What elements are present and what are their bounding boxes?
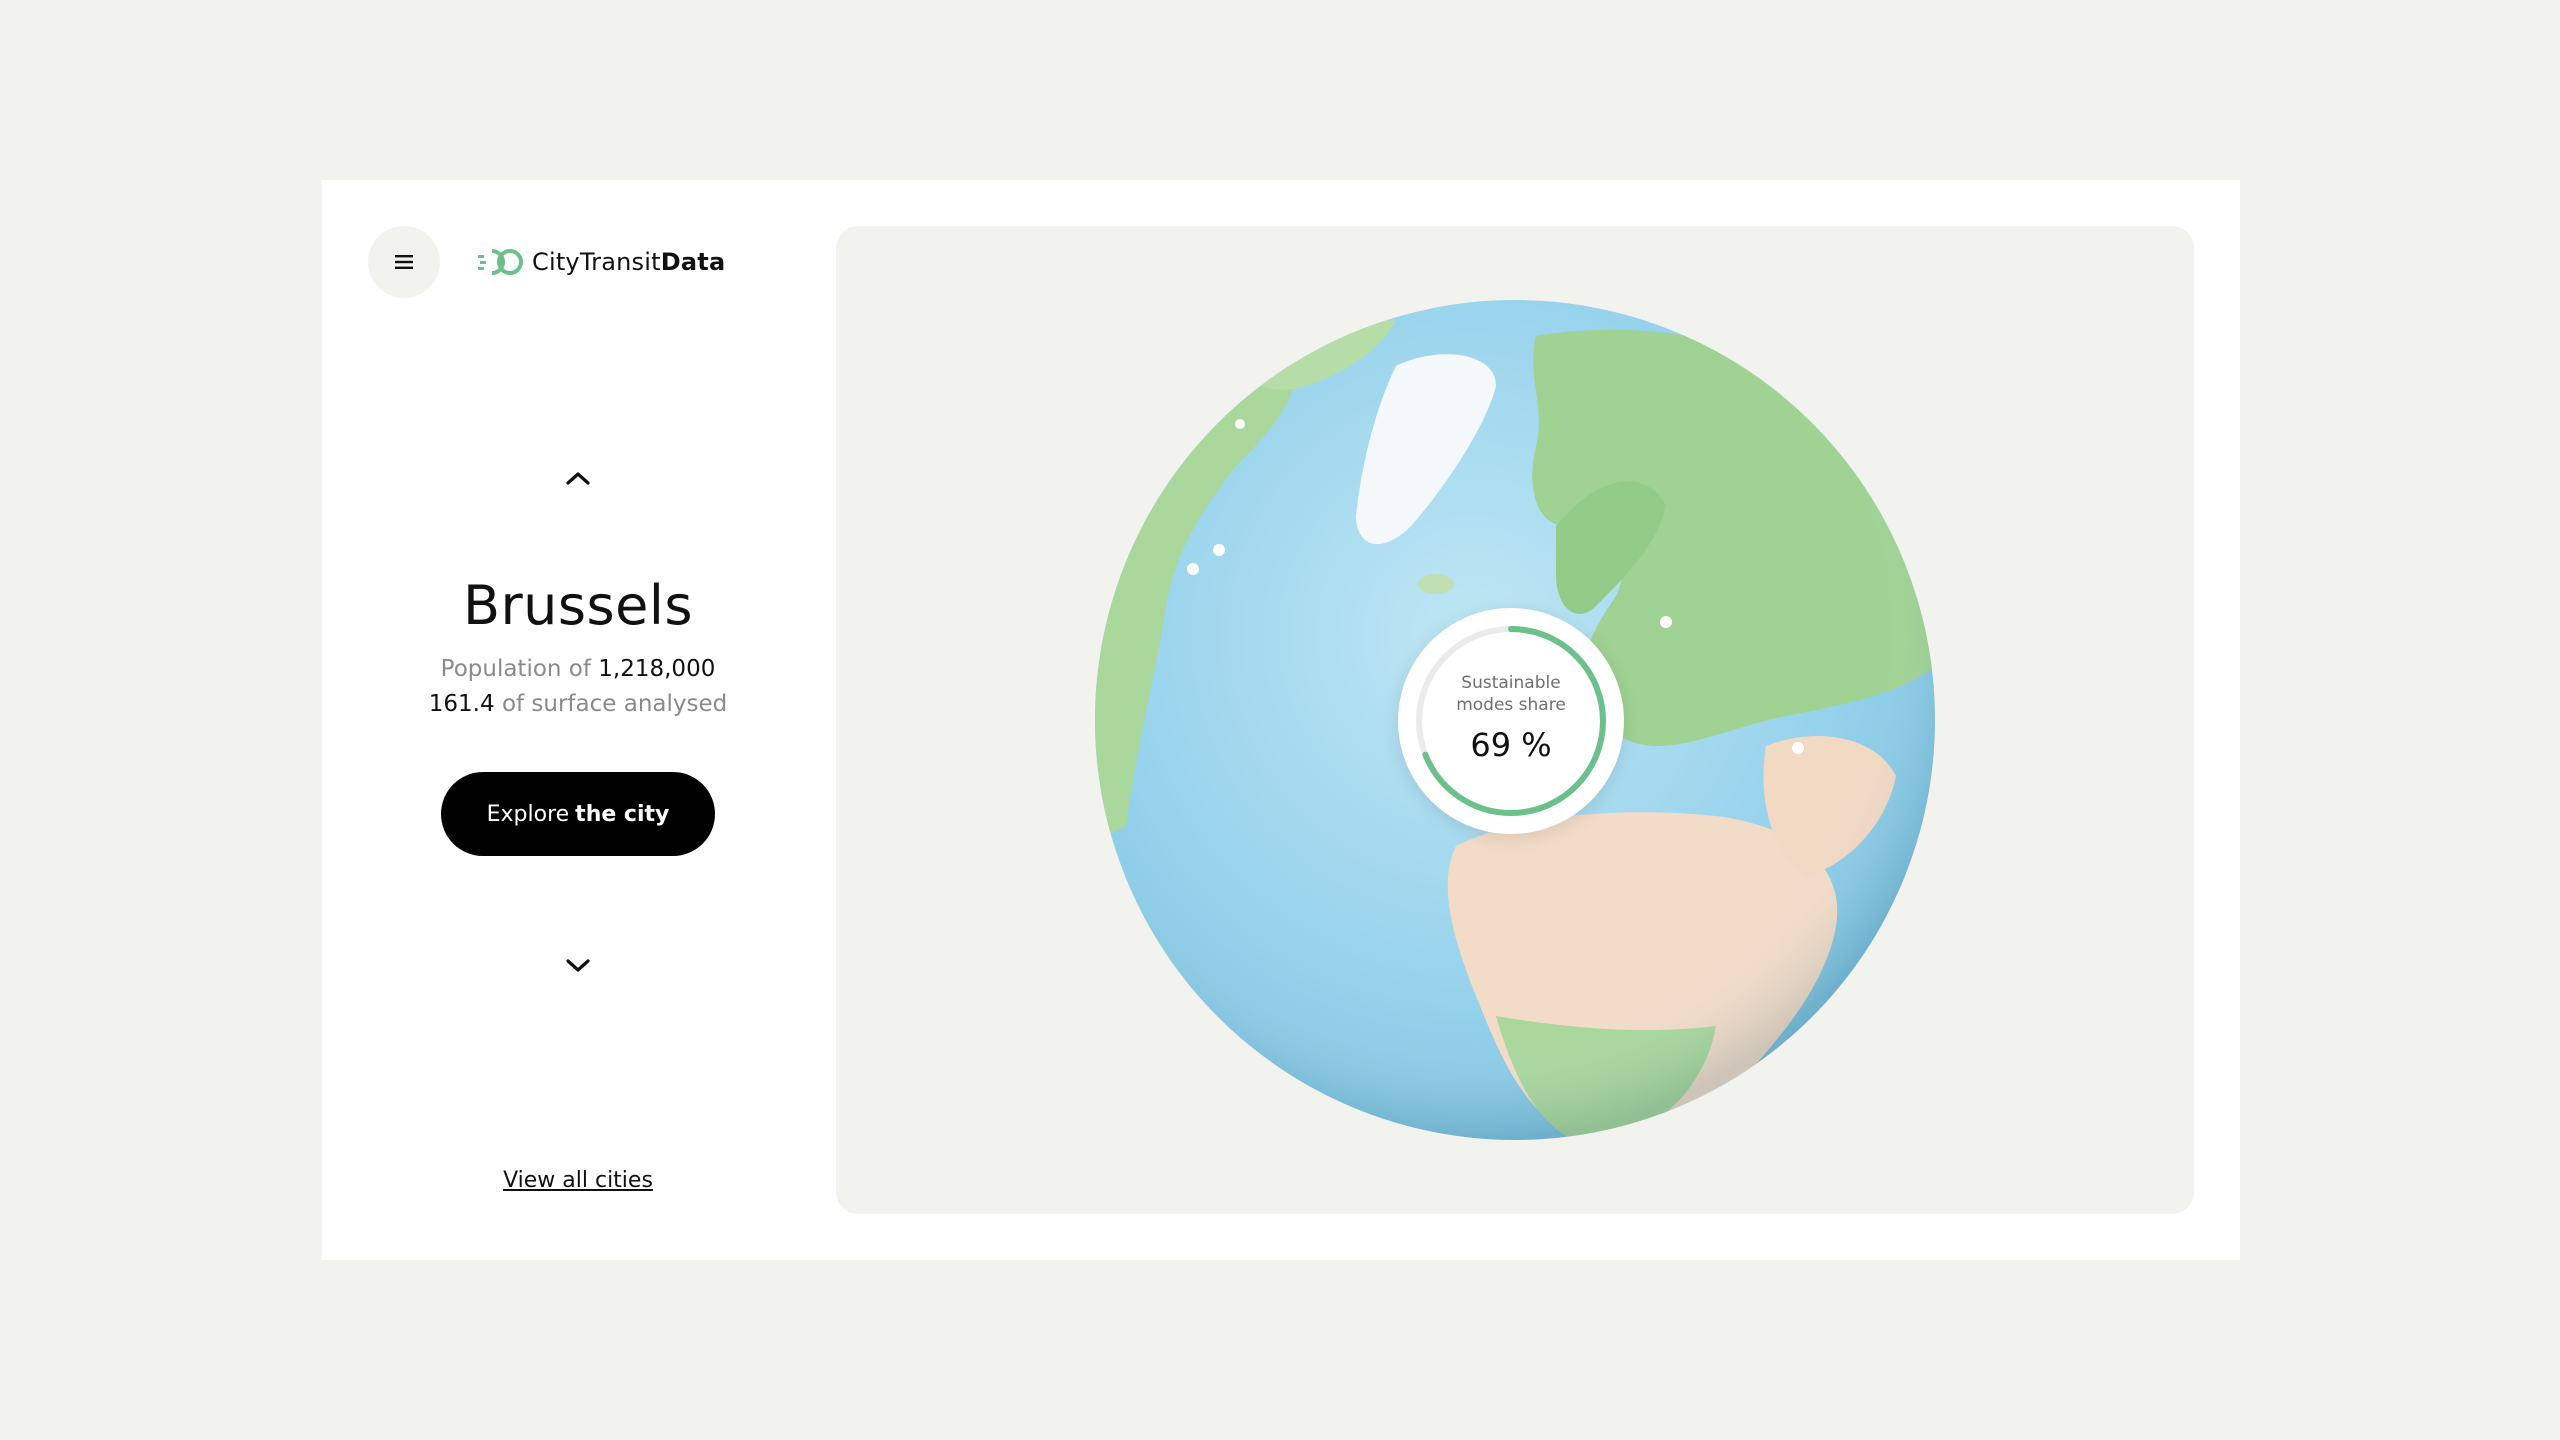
population-line: Population of 1,218,000 bbox=[322, 652, 834, 687]
city-marker[interactable] bbox=[1235, 419, 1245, 429]
population-value: 1,218,000 bbox=[598, 656, 716, 682]
city-name: Brussels bbox=[462, 574, 694, 637]
sustainable-share-metric: Sustainable modes share 69 % bbox=[1398, 608, 1624, 834]
city-marker[interactable] bbox=[1213, 544, 1225, 556]
main-card: CityTransitData Brussels Population of 1… bbox=[322, 180, 2240, 1260]
menu-button[interactable] bbox=[368, 226, 440, 298]
next-city-button[interactable] bbox=[556, 944, 600, 988]
chevron-down-icon bbox=[566, 959, 590, 972]
city-stats: Population of 1,218,000 161.4 of surface… bbox=[322, 652, 834, 722]
progress-ring bbox=[1416, 626, 1606, 816]
metric-label-line1: Sustainable bbox=[1461, 673, 1561, 693]
explore-label-regular: Explore bbox=[486, 801, 570, 827]
previous-city-button[interactable] bbox=[556, 456, 600, 500]
hamburger-menu-icon bbox=[395, 255, 413, 269]
explore-label-bold: the city bbox=[575, 801, 670, 827]
brand-logo[interactable]: CityTransitData bbox=[478, 240, 725, 284]
transit-logo-icon bbox=[478, 249, 523, 275]
metric-label-line2: modes share bbox=[1456, 695, 1566, 715]
metric-label: Sustainable modes share bbox=[1398, 672, 1624, 716]
city-marker[interactable] bbox=[1660, 616, 1672, 628]
city-marker[interactable] bbox=[1792, 742, 1804, 754]
explore-city-button[interactable]: Explore the city bbox=[441, 772, 715, 856]
city-info-panel: CityTransitData Brussels Population of 1… bbox=[322, 180, 834, 1260]
surface-value: 161.4 bbox=[428, 691, 495, 717]
metric-value: 69 % bbox=[1470, 726, 1552, 764]
brand-name-bold: Data bbox=[660, 248, 726, 276]
brand-name: CityTransitData bbox=[532, 248, 725, 276]
globe-map-panel[interactable]: Sustainable modes share 69 % bbox=[836, 226, 2194, 1214]
population-label: Population of bbox=[440, 656, 591, 682]
brand-name-regular: CityTransit bbox=[532, 248, 661, 276]
chevron-up-icon bbox=[566, 472, 590, 485]
surface-label: of surface analysed bbox=[501, 691, 728, 717]
surface-line: 161.4 of surface analysed bbox=[322, 687, 834, 722]
city-marker[interactable] bbox=[1187, 563, 1199, 575]
view-all-cities-link[interactable]: View all cities bbox=[322, 1168, 834, 1193]
